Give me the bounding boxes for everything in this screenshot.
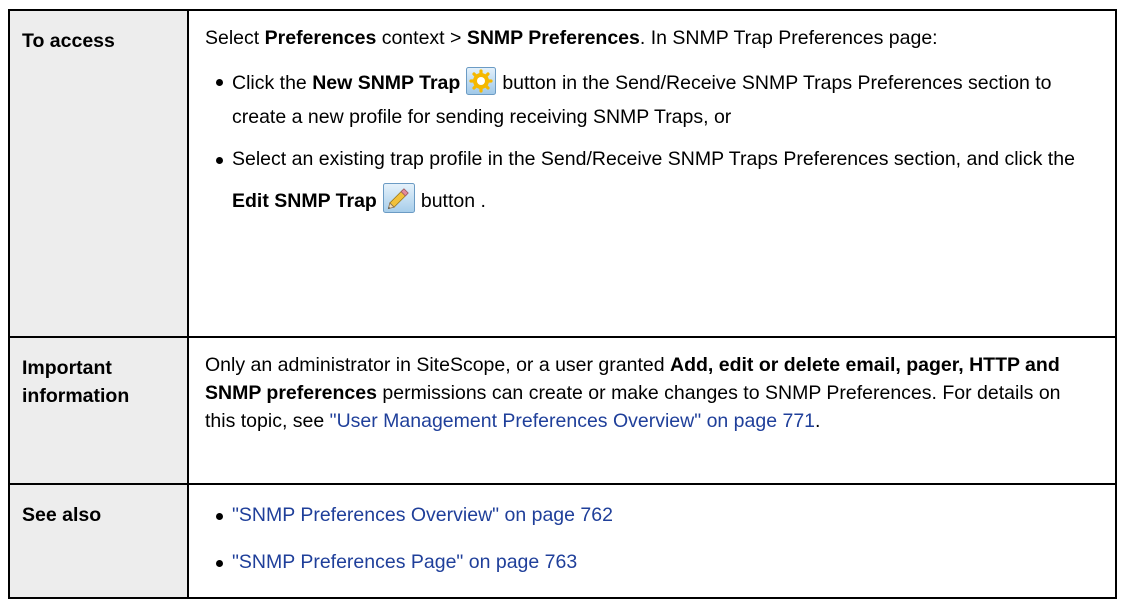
bullet-icon: [216, 79, 223, 86]
row-content: Only an administrator in SiteScope, or a…: [187, 336, 1117, 485]
row-content: "SNMP Preferences Overview" on page 762 …: [187, 483, 1117, 599]
access-steps-list: Click the New SNMP Trap button in the Se…: [205, 67, 1095, 221]
list-item: "SNMP Preferences Page" on page 763: [205, 548, 1095, 576]
access-intro: Select Preferences context > SNMP Prefer…: [205, 27, 938, 49]
list-item: Click the New SNMP Trap button in the Se…: [205, 67, 1095, 131]
table-row-see-also: See also "SNMP Preferences Overview" on …: [8, 483, 1117, 599]
snmp-page-link[interactable]: "SNMP Preferences Page" on page 763: [232, 551, 577, 573]
bullet-icon: [216, 513, 223, 520]
edit-pencil-icon: [382, 183, 415, 221]
table-row-to-access: To access Select Preferences context > S…: [8, 9, 1117, 338]
new-trap-icon: [466, 67, 497, 103]
list-item: Select an existing trap profile in the S…: [205, 145, 1095, 221]
table-row-important-information: Important information Only an administra…: [8, 336, 1117, 485]
row-label: Important information: [8, 336, 189, 485]
important-text: Only an administrator in SiteScope, or a…: [205, 354, 1061, 432]
info-table: To access Select Preferences context > S…: [8, 9, 1117, 599]
list-item: "SNMP Preferences Overview" on page 762: [205, 501, 1095, 529]
bullet-icon: [216, 560, 223, 567]
row-content: Select Preferences context > SNMP Prefer…: [187, 9, 1117, 338]
snmp-overview-link[interactable]: "SNMP Preferences Overview" on page 762: [232, 504, 613, 526]
bullet-icon: [216, 157, 223, 164]
row-label: See also: [8, 483, 189, 599]
see-also-list: "SNMP Preferences Overview" on page 762 …: [205, 498, 1095, 576]
user-management-link[interactable]: "User Management Preferences Overview" o…: [330, 410, 815, 432]
row-label: To access: [8, 9, 189, 338]
